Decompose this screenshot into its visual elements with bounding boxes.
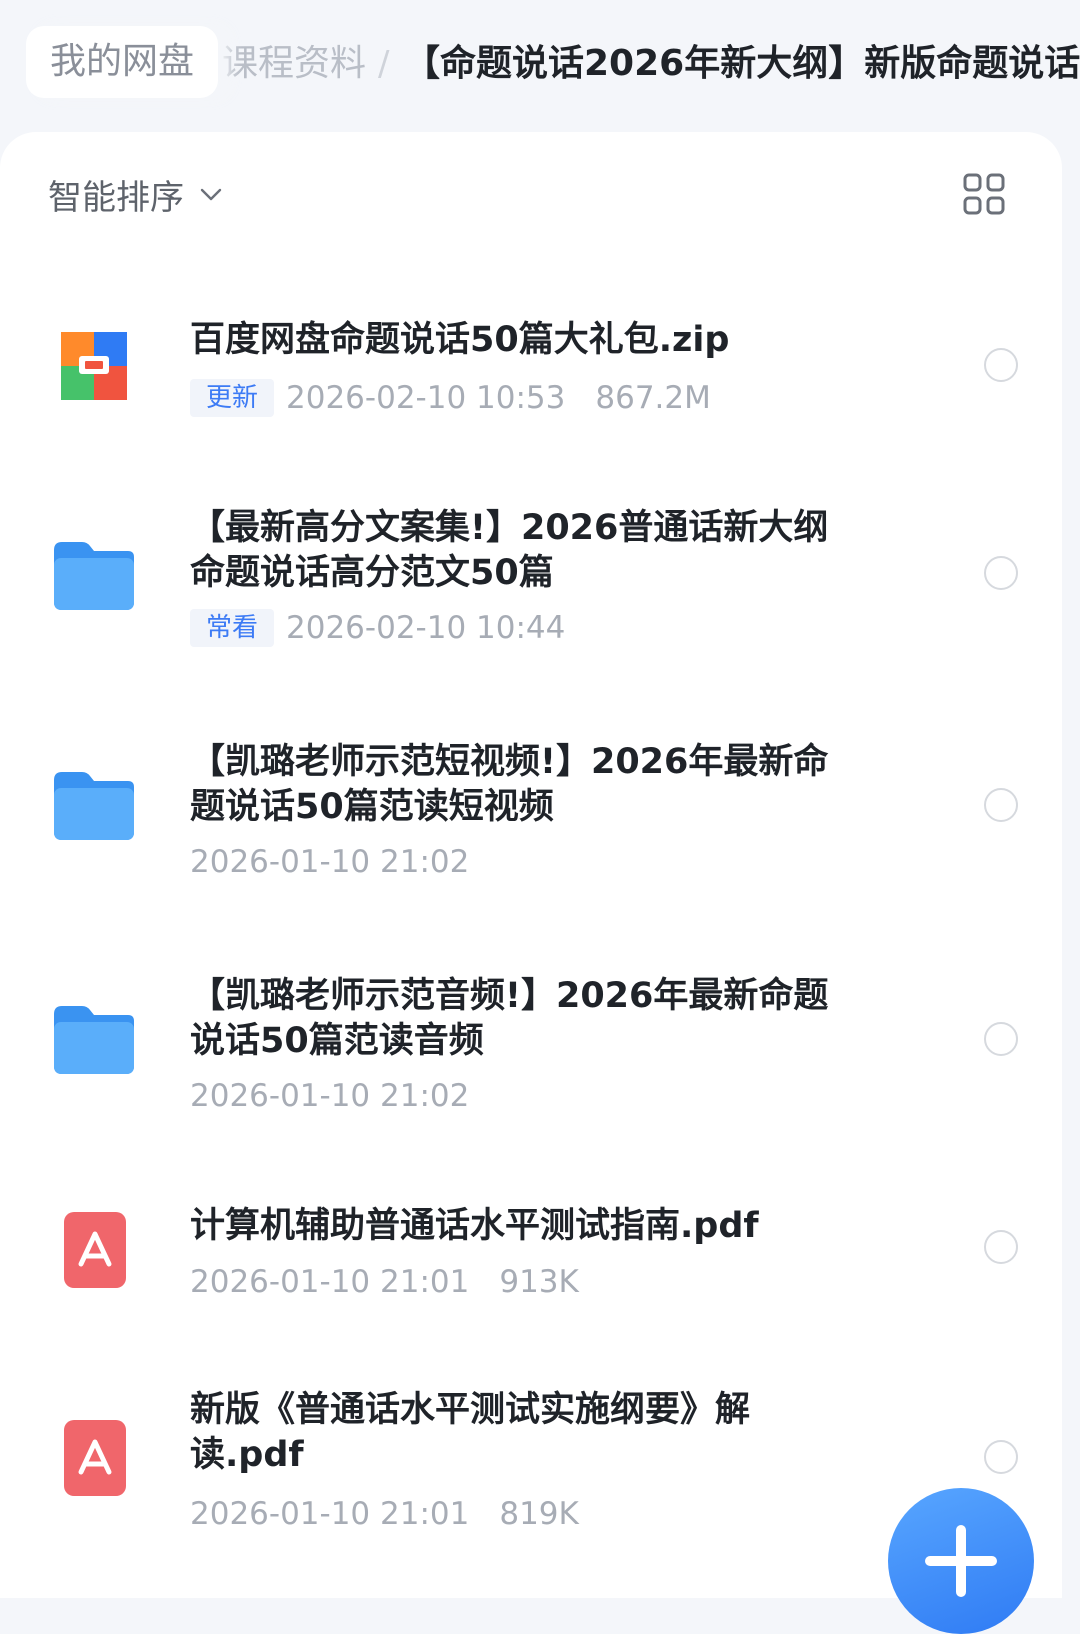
file-meta: 2026-01-10 21:02 bbox=[190, 840, 469, 884]
select-circle[interactable] bbox=[984, 1440, 1018, 1474]
file-name: 百度网盘命题说话50篇大礼包.zip bbox=[190, 320, 730, 360]
breadcrumb-root[interactable]: 我的网盘 bbox=[26, 26, 219, 98]
file-list-panel: 智能排序 百度网盘命题说话50篇大礼包.zip 更新 2026-02-10 10… bbox=[0, 132, 1062, 1598]
pdf-icon bbox=[64, 1212, 126, 1288]
pdf-icon bbox=[64, 1420, 126, 1496]
file-row[interactable]: 【凯璐老师示范短视频!】2026年最新命题说话50篇范读短视频 2026-01-… bbox=[0, 728, 1062, 908]
file-name: 新版《普通话水平测试实施纲要》解读.pdf bbox=[190, 1390, 751, 1475]
folder-icon bbox=[54, 542, 134, 610]
file-time: 2026-01-10 21:02 bbox=[190, 844, 470, 880]
folder-icon bbox=[54, 1006, 134, 1074]
file-row[interactable]: 【最新高分文案集!】2026普通话新大纲命题说话高分范文50篇 常看 2026-… bbox=[0, 492, 1062, 672]
sort-label: 智能排序 bbox=[48, 177, 184, 218]
file-size: 913K bbox=[499, 1264, 579, 1300]
file-name: 【凯璐老师示范短视频!】2026年最新命题说话50篇范读短视频 bbox=[190, 742, 829, 827]
file-meta: 2026-01-10 21:01 819K bbox=[190, 1492, 579, 1536]
file-name: 计算机辅助普通话水平测试指南.pdf bbox=[190, 1206, 759, 1246]
select-circle[interactable] bbox=[984, 1022, 1018, 1056]
breadcrumb-current: 【命题说话2026年新大纲】新版命题说话 bbox=[404, 43, 1080, 84]
file-time: 2026-01-10 21:01 bbox=[190, 1264, 470, 1300]
plus-icon bbox=[925, 1525, 997, 1597]
file-time: 2026-02-10 10:44 bbox=[286, 610, 566, 646]
file-size: 819K bbox=[499, 1496, 579, 1532]
file-meta: 2026-01-10 21:02 bbox=[190, 1074, 469, 1118]
sort-dropdown[interactable]: 智能排序 bbox=[48, 168, 224, 220]
select-circle[interactable] bbox=[984, 556, 1018, 590]
breadcrumb-separator: / bbox=[378, 44, 390, 84]
file-meta: 常看 2026-02-10 10:44 bbox=[190, 606, 565, 650]
file-row[interactable]: 计算机辅助普通话水平测试指南.pdf 2026-01-10 21:01 913K bbox=[0, 1198, 1062, 1348]
file-meta: 更新 2026-02-10 10:53 867.2M bbox=[190, 376, 711, 420]
breadcrumb: 我的网盘 课程资料 / 【命题说话2026年新大纲】新版命题说话 bbox=[0, 0, 1080, 130]
upload-fab-button[interactable] bbox=[888, 1488, 1034, 1634]
select-circle[interactable] bbox=[984, 1230, 1018, 1264]
file-row[interactable]: 【凯璐老师示范音频!】2026年最新命题说话50篇范读音频 2026-01-10… bbox=[0, 962, 1062, 1142]
file-time: 2026-02-10 10:53 bbox=[286, 380, 566, 416]
file-size: 867.2M bbox=[595, 380, 711, 416]
file-time: 2026-01-10 21:01 bbox=[190, 1496, 470, 1532]
file-meta: 2026-01-10 21:01 913K bbox=[190, 1260, 579, 1304]
select-circle[interactable] bbox=[984, 788, 1018, 822]
chevron-down-icon bbox=[200, 188, 222, 201]
file-name: 【最新高分文案集!】2026普通话新大纲命题说话高分范文50篇 bbox=[190, 508, 829, 593]
file-row[interactable]: 百度网盘命题说话50篇大礼包.zip 更新 2026-02-10 10:53 8… bbox=[0, 292, 1062, 442]
folder-icon bbox=[54, 772, 134, 840]
status-badge: 常看 bbox=[190, 609, 275, 647]
zip-archive-icon bbox=[61, 332, 127, 400]
file-name: 【凯璐老师示范音频!】2026年最新命题说话50篇范读音频 bbox=[190, 976, 829, 1061]
select-circle[interactable] bbox=[984, 348, 1018, 382]
breadcrumb-parent[interactable]: 课程资料 bbox=[222, 40, 366, 88]
grid-view-icon[interactable] bbox=[962, 172, 1006, 216]
file-time: 2026-01-10 21:02 bbox=[190, 1078, 470, 1114]
status-badge: 更新 bbox=[190, 379, 275, 417]
